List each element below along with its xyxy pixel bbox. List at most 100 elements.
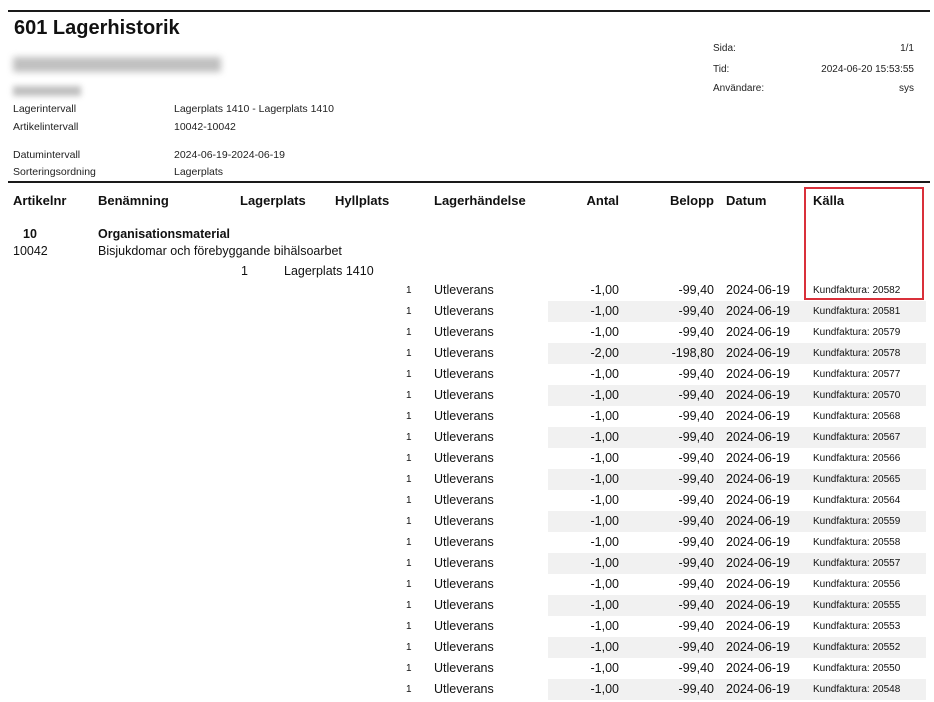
row-count: 1 <box>406 558 412 569</box>
table-row: 1 Utleverans -1,00 -99,40 2024-06-19 Kundfakt… <box>0 637 934 658</box>
row-date: 2024-06-19 <box>726 430 790 444</box>
row-quantity: -1,00 <box>590 640 620 654</box>
row-quantity: -1,00 <box>590 619 620 633</box>
row-event: Utleverans <box>434 535 494 549</box>
row-amount: -99,40 <box>678 451 714 465</box>
row-source: Kundfaktura: 20564 <box>813 495 901 506</box>
row-amount: -99,40 <box>678 304 714 318</box>
row-event: Utleverans <box>434 640 494 654</box>
row-count: 1 <box>406 642 412 653</box>
row-source: Kundfaktura: 20548 <box>813 684 901 695</box>
row-quantity: -1,00 <box>590 367 620 381</box>
row-source: Kundfaktura: 20550 <box>813 663 901 674</box>
table-row: 1 Utleverans -2,00 -198,80 2024-06-19 Kundfak… <box>0 343 934 364</box>
table-row: 1 Utleverans -1,00 -99,40 2024-06-19 Kundfakt… <box>0 553 934 574</box>
table-row: 1 Utleverans -1,00 -99,40 2024-06-19 Kundfakt… <box>0 616 934 637</box>
time-label: Tid: <box>713 64 730 75</box>
row-amount: -99,40 <box>678 577 714 591</box>
row-quantity: -1,00 <box>590 472 620 486</box>
row-event: Utleverans <box>434 325 494 339</box>
row-count: 1 <box>406 453 412 464</box>
row-date: 2024-06-19 <box>726 325 790 339</box>
row-quantity: -1,00 <box>590 325 620 339</box>
table-row: 1 Utleverans -1,00 -99,40 2024-06-19 Kundfakt… <box>0 427 934 448</box>
row-source: Kundfaktura: 20566 <box>813 453 901 464</box>
row-quantity: -1,00 <box>590 451 620 465</box>
row-quantity: -1,00 <box>590 556 620 570</box>
table-row: 1 Utleverans -1,00 -99,40 2024-06-19 Kundfakt… <box>0 532 934 553</box>
row-event: Utleverans <box>434 346 494 360</box>
table-row: 1 Utleverans -1,00 -99,40 2024-06-19 Kundfakt… <box>0 679 934 700</box>
top-rule <box>8 10 930 12</box>
row-date: 2024-06-19 <box>726 577 790 591</box>
table-row: 1 Utleverans -1,00 -99,40 2024-06-19 Kundfakt… <box>0 469 934 490</box>
table-row: 1 Utleverans -1,00 -99,40 2024-06-19 Kundfakt… <box>0 574 934 595</box>
row-date: 2024-06-19 <box>726 598 790 612</box>
table-row: 1 Utleverans -1,00 -99,40 2024-06-19 Kundfakt… <box>0 490 934 511</box>
row-quantity: -1,00 <box>590 661 620 675</box>
row-event: Utleverans <box>434 577 494 591</box>
row-event: Utleverans <box>434 472 494 486</box>
row-date: 2024-06-19 <box>726 682 790 696</box>
row-count: 1 <box>406 306 412 317</box>
row-count: 1 <box>406 516 412 527</box>
row-amount: -99,40 <box>678 409 714 423</box>
article-name: Bisjukdomar och förebyggande bihälsoarbe… <box>98 244 342 258</box>
row-quantity: -1,00 <box>590 682 620 696</box>
table-row: 1 Utleverans -1,00 -99,40 2024-06-19 Kundfakt… <box>0 385 934 406</box>
row-event: Utleverans <box>434 682 494 696</box>
row-source: Kundfaktura: 20570 <box>813 390 901 401</box>
row-date: 2024-06-19 <box>726 619 790 633</box>
stock-interval-label: Lagerintervall <box>13 103 77 115</box>
row-amount: -99,40 <box>678 661 714 675</box>
row-source: Kundfaktura: 20556 <box>813 579 901 590</box>
group-name: Organisationsmaterial <box>98 227 230 241</box>
redacted-company-name <box>13 57 221 72</box>
table-row: 1 Utleverans -1,00 -99,40 2024-06-19 Kundfakt… <box>0 364 934 385</box>
article-interval-label: Artikelintervall <box>13 121 79 133</box>
row-count: 1 <box>406 348 412 359</box>
row-count: 1 <box>406 369 412 380</box>
row-source: Kundfaktura: 20568 <box>813 411 901 422</box>
col-name: Benämning <box>98 193 169 208</box>
table-row: 1 Utleverans -1,00 -99,40 2024-06-19 Kundfakt… <box>0 448 934 469</box>
row-amount: -99,40 <box>678 535 714 549</box>
header-rule <box>8 181 930 183</box>
row-quantity: -2,00 <box>590 346 620 360</box>
row-quantity: -1,00 <box>590 598 620 612</box>
article-interval-value: 10042-10042 <box>174 121 236 133</box>
row-count: 1 <box>406 474 412 485</box>
table-row: 1 Utleverans -1,00 -99,40 2024-06-19 Kundfakt… <box>0 511 934 532</box>
row-source: Kundfaktura: 20578 <box>813 348 901 359</box>
row-event: Utleverans <box>434 619 494 633</box>
date-interval-label: Datumintervall <box>13 149 81 161</box>
col-article-number: Artikelnr <box>13 193 67 208</box>
time-value: 2024-06-20 15:53:55 <box>821 64 914 75</box>
table-row: 1 Utleverans -1,00 -99,40 2024-06-19 Kundfakt… <box>0 595 934 616</box>
row-date: 2024-06-19 <box>726 535 790 549</box>
row-quantity: -1,00 <box>590 577 620 591</box>
location-name: Lagerplats 1410 <box>284 264 374 278</box>
row-count: 1 <box>406 432 412 443</box>
row-date: 2024-06-19 <box>726 283 790 297</box>
row-date: 2024-06-19 <box>726 493 790 507</box>
col-quantity: Antal <box>586 193 620 208</box>
row-amount: -99,40 <box>678 388 714 402</box>
report-title: 601 Lagerhistorik <box>14 17 180 39</box>
user-label: Användare: <box>713 83 765 94</box>
table-row: 1 Utleverans -1,00 -99,40 2024-06-19 Kundfakt… <box>0 406 934 427</box>
table-row: 1 Utleverans -1,00 -99,40 2024-06-19 Kundfakt… <box>0 322 934 343</box>
row-amount: -99,40 <box>678 598 714 612</box>
row-quantity: -1,00 <box>590 493 620 507</box>
row-count: 1 <box>406 495 412 506</box>
col-event: Lagerhändelse <box>434 193 526 208</box>
row-count: 1 <box>406 621 412 632</box>
row-quantity: -1,00 <box>590 514 620 528</box>
row-source: Kundfaktura: 20559 <box>813 516 901 527</box>
source-column-highlight <box>804 187 924 300</box>
row-source: Kundfaktura: 20555 <box>813 600 901 611</box>
row-count: 1 <box>406 663 412 674</box>
row-event: Utleverans <box>434 514 494 528</box>
sort-order-value: Lagerplats <box>174 166 224 178</box>
row-count: 1 <box>406 537 412 548</box>
